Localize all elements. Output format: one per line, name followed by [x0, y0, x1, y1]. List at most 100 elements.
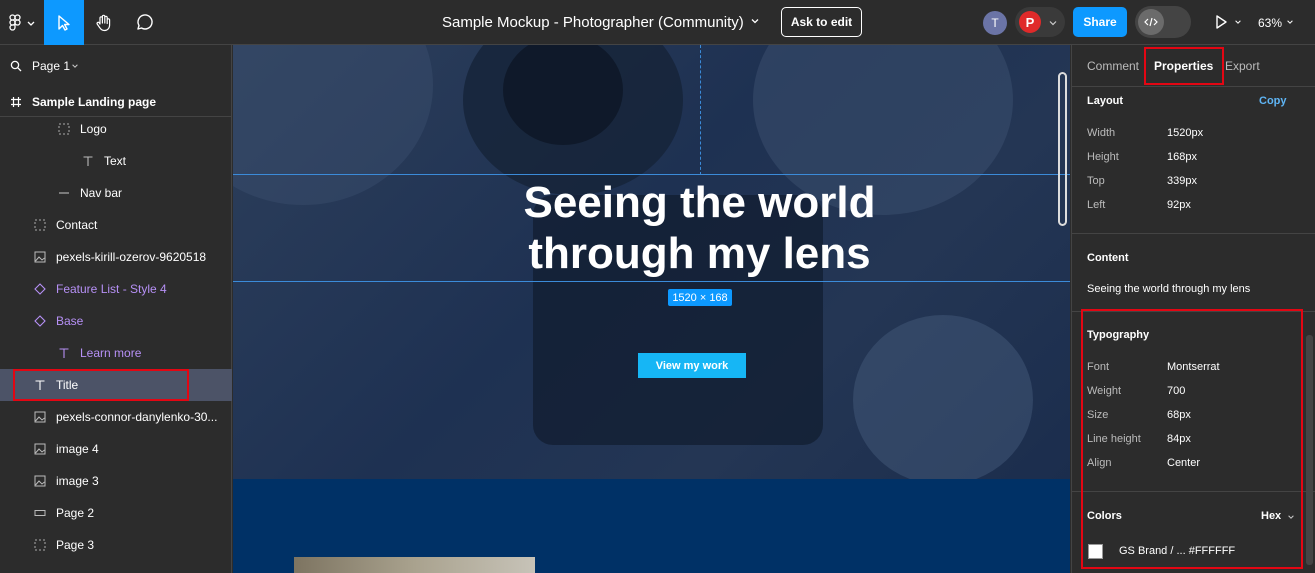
present-play-icon[interactable] — [1213, 14, 1229, 30]
layer-row[interactable]: Nav bar — [0, 177, 232, 209]
property-row: Top 339px — [1087, 175, 1307, 191]
layer-row[interactable]: Page 3 — [0, 529, 232, 561]
layer-label: pexels-kirill-ozerov-9620518 — [56, 250, 207, 264]
finger-blur-shape — [853, 315, 1033, 479]
property-value[interactable]: 1520px — [1167, 127, 1203, 139]
chevron-down-icon — [72, 64, 78, 68]
zoom-level[interactable]: 63% — [1258, 0, 1282, 45]
layer-row[interactable]: Base — [0, 305, 232, 337]
hero-title-line: through my lens — [528, 229, 871, 278]
property-value[interactable]: 168px — [1167, 151, 1197, 163]
main-menu-button[interactable] — [0, 0, 42, 45]
property-row: Left 92px — [1087, 199, 1307, 215]
layer-label: Page 3 — [56, 538, 95, 552]
property-value[interactable]: 339px — [1167, 175, 1197, 187]
layer-label: Nav bar — [80, 186, 123, 200]
move-tool-button[interactable] — [44, 0, 84, 45]
layer-label: pexels-connor-danylenko-30... — [56, 410, 218, 424]
layer-label: Text — [104, 154, 127, 168]
hand-icon — [96, 14, 111, 31]
profile-avatar-icon: P — [1019, 11, 1041, 33]
layer-row[interactable]: Logo — [0, 113, 232, 145]
dev-mode-toggle[interactable] — [1135, 6, 1191, 38]
share-button[interactable]: Share — [1073, 7, 1127, 37]
page-label: Page 1 — [32, 59, 71, 73]
line-icon — [59, 192, 69, 194]
ask-to-edit-button[interactable]: Ask to edit — [781, 7, 862, 37]
hand-tool-button[interactable] — [84, 0, 124, 45]
text-icon — [83, 156, 93, 166]
search-icon[interactable] — [10, 60, 22, 72]
plugin-avatar-button[interactable]: P — [1015, 7, 1065, 37]
layers-panel: Page 1 Sample Landing page Logo Text Nav… — [0, 45, 232, 573]
image-icon — [34, 251, 46, 263]
comment-tool-button[interactable] — [124, 0, 164, 45]
cursor-icon — [58, 14, 70, 31]
frame-hash-icon — [11, 97, 21, 107]
frame-icon — [34, 539, 46, 551]
property-key: Width — [1087, 127, 1116, 139]
frame-icon — [34, 219, 46, 231]
divider — [1072, 233, 1315, 234]
selection-top-line — [233, 174, 1070, 175]
component-instance-icon — [34, 283, 46, 295]
layout-heading: Layout — [1087, 95, 1124, 107]
layer-label: Base — [56, 314, 84, 328]
design-canvas[interactable]: Seeing the world through my lens 1520 × … — [233, 45, 1070, 573]
component-instance-icon — [34, 315, 46, 327]
canvas-scrollbar[interactable] — [1058, 72, 1067, 226]
layer-row[interactable]: pexels-kirill-ozerov-9620518 — [0, 241, 232, 273]
property-row: Height 168px — [1087, 151, 1307, 167]
image-icon — [34, 411, 46, 423]
layer-label: Page 2 — [56, 506, 95, 520]
copy-button[interactable]: Copy — [1259, 95, 1287, 107]
property-key: Left — [1087, 199, 1106, 211]
selection-bottom-line — [233, 281, 1070, 282]
property-value[interactable]: 92px — [1167, 199, 1191, 211]
layer-label: image 3 — [56, 474, 99, 488]
layer-row[interactable]: Contact — [0, 209, 232, 241]
hero-image: Seeing the world through my lens 1520 × … — [233, 45, 1070, 479]
layer-row[interactable]: pexels-connor-danylenko-30... — [0, 401, 232, 433]
property-row: Width 1520px — [1087, 127, 1307, 143]
layer-row[interactable]: Learn more — [0, 337, 232, 369]
text-icon — [59, 348, 69, 358]
layer-row[interactable]: image 4 — [0, 433, 232, 465]
layer-row[interactable]: Page 2 — [0, 497, 232, 529]
toolbar: Sample Mockup - Photographer (Community)… — [0, 0, 1315, 45]
image-icon — [34, 475, 46, 487]
panel-scrollbar[interactable] — [1306, 335, 1313, 565]
comment-bubble-icon — [137, 13, 153, 30]
page-selector[interactable]: Page 1 — [0, 45, 232, 87]
layer-row[interactable]: Feature List - Style 4 — [0, 273, 232, 305]
content-text[interactable]: Seeing the world through my lens — [1087, 283, 1250, 295]
panel-tabs: Comment Properties Export — [1072, 45, 1315, 87]
figma-logo-icon — [9, 13, 35, 31]
chevron-down-icon[interactable] — [750, 16, 760, 26]
tab-export[interactable]: Export — [1225, 59, 1260, 73]
layer-label: Feature List - Style 4 — [56, 282, 167, 296]
chevron-down-icon[interactable] — [1234, 18, 1242, 26]
chevron-down-icon[interactable] — [1286, 18, 1294, 26]
layer-row[interactable]: Text — [0, 145, 232, 177]
chevron-down-icon — [1049, 21, 1057, 26]
hero-title-line: Seeing the world — [523, 178, 876, 227]
layer-label: image 4 — [56, 442, 99, 456]
layer-row[interactable]: image 3 — [0, 465, 232, 497]
view-my-work-button[interactable]: View my work — [638, 353, 746, 378]
section-image — [294, 557, 535, 573]
dimension-badge: 1520 × 168 — [668, 289, 732, 306]
code-icon — [1138, 9, 1164, 35]
property-key: Top — [1087, 175, 1105, 187]
file-title[interactable]: Sample Mockup - Photographer (Community) — [442, 0, 744, 45]
layer-label: Learn more — [80, 346, 142, 360]
highlight-box — [1144, 47, 1224, 85]
user-avatar[interactable]: T — [983, 11, 1007, 35]
tab-comment[interactable]: Comment — [1087, 59, 1139, 73]
second-section — [233, 479, 1070, 573]
frame-icon — [58, 123, 70, 135]
property-key: Height — [1087, 151, 1119, 163]
alignment-guide — [700, 45, 701, 175]
hero-title[interactable]: Seeing the world through my lens — [233, 177, 1070, 279]
inspect-panel: Comment Properties Export Layout Copy Wi… — [1071, 45, 1315, 573]
